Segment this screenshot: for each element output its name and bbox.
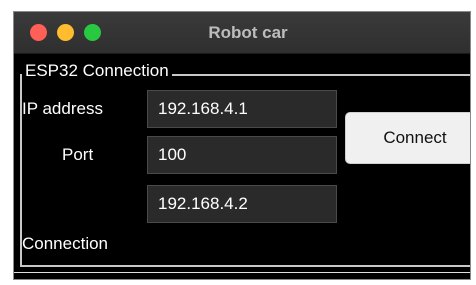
ip-address-label: IP address — [22, 99, 103, 118]
port-input[interactable] — [147, 136, 337, 174]
local-ip-input[interactable] — [147, 185, 337, 223]
group-title: ESP32 Connection — [22, 60, 172, 82]
connection-label: Connection — [22, 234, 109, 253]
port-label: Port — [62, 145, 94, 164]
title-bar[interactable]: Robot car — [14, 12, 470, 54]
divider — [14, 272, 470, 273]
connect-button[interactable]: Connect — [345, 112, 470, 164]
window-title: Robot car — [208, 23, 288, 42]
app-window: Robot car ESP32 Connection IP address Po… — [13, 11, 471, 280]
ip-address-input[interactable] — [147, 90, 337, 128]
